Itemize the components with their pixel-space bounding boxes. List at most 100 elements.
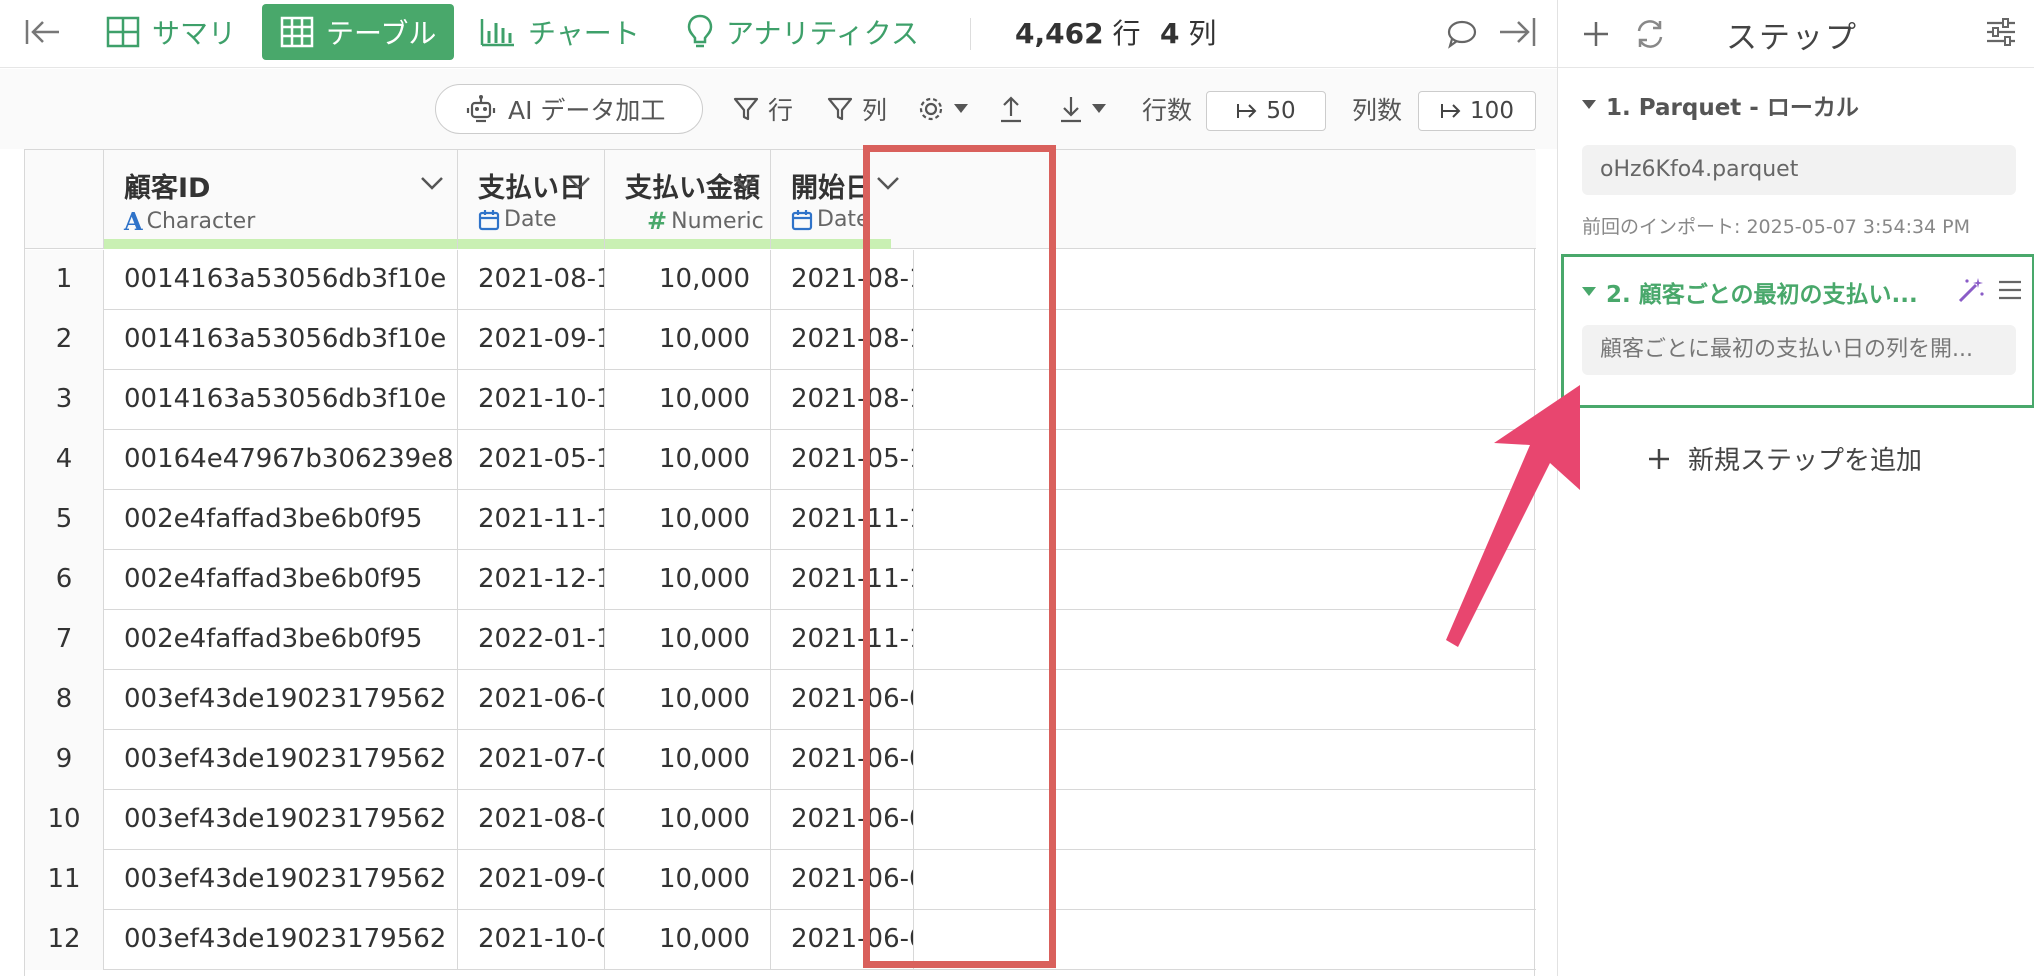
- add-step-button[interactable]: 新規ステップを追加: [1646, 440, 1922, 477]
- customer-id-cell[interactable]: 002e4faffad3be6b0f95: [104, 550, 458, 610]
- toolbar-divider: [970, 18, 971, 50]
- row-index-cell[interactable]: 6: [25, 550, 104, 610]
- row-index-cell[interactable]: 11: [25, 850, 104, 910]
- start-date-cell[interactable]: 2021-11-14: [771, 490, 914, 550]
- refresh-icon[interactable]: [1630, 14, 1670, 54]
- chevron-down-icon[interactable]: [566, 174, 592, 192]
- payment-amount-cell[interactable]: 10,000: [605, 250, 771, 310]
- row-index-cell[interactable]: 5: [25, 490, 104, 550]
- row-index-cell[interactable]: 7: [25, 610, 104, 670]
- upload-button[interactable]: [998, 87, 1024, 131]
- ai-data-processing-button[interactable]: AI データ加工: [435, 84, 703, 134]
- payment-date-cell[interactable]: 2021-10-10: [458, 370, 605, 430]
- payment-date-cell[interactable]: 2021-10-06: [458, 910, 605, 970]
- column-header-start-date[interactable]: 開始日 Date: [771, 150, 1071, 249]
- payment-date-cell[interactable]: 2021-05-18: [458, 430, 605, 490]
- add-icon[interactable]: [1576, 14, 1616, 54]
- customer-id-cell[interactable]: 0014163a53056db3f10e: [104, 310, 458, 370]
- customer-id-cell[interactable]: 003ef43de19023179562: [104, 850, 458, 910]
- chevron-down-icon[interactable]: [419, 174, 445, 192]
- start-date-cell[interactable]: 2021-11-14: [771, 550, 914, 610]
- tab-summary[interactable]: サマリ: [88, 4, 254, 60]
- payment-date-cell[interactable]: 2021-08-10: [458, 250, 605, 310]
- rows-limit-input[interactable]: 50: [1206, 91, 1326, 131]
- start-date-cell[interactable]: 2021-06-06: [771, 670, 914, 730]
- payment-amount-cell[interactable]: 10,000: [605, 310, 771, 370]
- tab-analytics[interactable]: アナリティクス: [668, 4, 937, 60]
- payment-date-cell[interactable]: 2021-11-14: [458, 490, 605, 550]
- row-index-cell[interactable]: 3: [25, 370, 104, 430]
- start-date-cell[interactable]: 2021-05-18: [771, 430, 914, 490]
- chevron-down-icon[interactable]: [732, 174, 758, 192]
- column-header-customer-id[interactable]: 顧客ID A Character: [104, 150, 458, 249]
- filter-icon: [827, 97, 853, 121]
- customer-id-cell[interactable]: 003ef43de19023179562: [104, 790, 458, 850]
- comment-icon[interactable]: [1444, 16, 1480, 52]
- payment-date-cell[interactable]: 2022-01-14: [458, 610, 605, 670]
- start-date-cell[interactable]: 2021-06-06: [771, 910, 914, 970]
- column-header-payment-date[interactable]: 支払い日 Date: [458, 150, 605, 249]
- start-date-cell[interactable]: 2021-06-06: [771, 850, 914, 910]
- customer-id-cell[interactable]: 00164e47967b306239e8: [104, 430, 458, 490]
- column-header-payment-amount[interactable]: 支払い金額 # Numeric: [605, 150, 771, 249]
- row-index-cell[interactable]: 9: [25, 730, 104, 790]
- customer-id-cell[interactable]: 003ef43de19023179562: [104, 730, 458, 790]
- customer-id-cell[interactable]: 0014163a53056db3f10e: [104, 250, 458, 310]
- tab-chart[interactable]: チャート: [462, 4, 658, 60]
- step-2-header[interactable]: 2. 顧客ごとの最初の支払い...: [1582, 275, 1918, 309]
- expand-right-icon[interactable]: [1496, 14, 1538, 54]
- row-index-cell[interactable]: 4: [25, 430, 104, 490]
- row-index-cell[interactable]: 2: [25, 310, 104, 370]
- payment-amount-cell[interactable]: 10,000: [605, 850, 771, 910]
- start-date-cell[interactable]: 2021-08-10: [771, 250, 914, 310]
- start-date-cell[interactable]: 2021-08-10: [771, 370, 914, 430]
- start-date-cell[interactable]: 2021-08-10: [771, 310, 914, 370]
- customer-id-cell[interactable]: 003ef43de19023179562: [104, 910, 458, 970]
- arrow-to-icon: [1237, 104, 1257, 118]
- filter-rows-button[interactable]: 行: [732, 87, 793, 131]
- row-index-cell[interactable]: 12: [25, 910, 104, 970]
- start-date-cell[interactable]: 2021-11-14: [771, 610, 914, 670]
- payment-date-cell[interactable]: 2021-06-06: [458, 670, 605, 730]
- customer-id-cell[interactable]: 002e4faffad3be6b0f95: [104, 610, 458, 670]
- sliders-icon[interactable]: [1983, 14, 2019, 50]
- row-index-cell[interactable]: 1: [25, 250, 104, 310]
- tab-table[interactable]: テーブル: [262, 4, 455, 60]
- hamburger-menu-icon[interactable]: [1996, 277, 2024, 303]
- magic-wand-icon[interactable]: [1956, 275, 1986, 305]
- collapse-left-icon[interactable]: [22, 14, 64, 50]
- step-1-file[interactable]: oHz6Kfo4.parquet: [1582, 145, 2016, 195]
- payment-amount-cell[interactable]: 10,000: [605, 370, 771, 430]
- payment-amount-cell[interactable]: 10,000: [605, 430, 771, 490]
- step-2-card[interactable]: 2. 顧客ごとの最初の支払い... 顧客ごとに最初の支払い日の列を開...: [1561, 254, 2034, 408]
- filter-columns-button[interactable]: 列: [826, 87, 887, 131]
- table-row: 7002e4faffad3be6b0f952022-01-1410,000202…: [25, 610, 1536, 670]
- payment-amount-cell[interactable]: 10,000: [605, 790, 771, 850]
- customer-id-cell[interactable]: 002e4faffad3be6b0f95: [104, 490, 458, 550]
- row-index-cell[interactable]: 8: [25, 670, 104, 730]
- payment-date-cell[interactable]: 2021-09-10: [458, 310, 605, 370]
- filter-icon: [733, 97, 759, 121]
- chevron-down-icon[interactable]: [875, 174, 901, 192]
- customer-id-cell[interactable]: 0014163a53056db3f10e: [104, 370, 458, 430]
- step-2-description[interactable]: 顧客ごとに最初の支払い日の列を開...: [1582, 325, 2016, 375]
- payment-amount-cell[interactable]: 10,000: [605, 670, 771, 730]
- download-dropdown[interactable]: [1058, 87, 1106, 131]
- payment-amount-cell[interactable]: 10,000: [605, 610, 771, 670]
- payment-amount-cell[interactable]: 10,000: [605, 730, 771, 790]
- columns-limit-input[interactable]: 100: [1418, 91, 1536, 131]
- payment-date-cell[interactable]: 2021-09-06: [458, 850, 605, 910]
- customer-id-cell[interactable]: 003ef43de19023179562: [104, 670, 458, 730]
- data-table: 顧客ID A Character 支払い日 Date 支払い金額 # Numer…: [24, 149, 1536, 976]
- payment-amount-cell[interactable]: 10,000: [605, 910, 771, 970]
- row-index-cell[interactable]: 10: [25, 790, 104, 850]
- payment-date-cell[interactable]: 2021-12-14: [458, 550, 605, 610]
- payment-amount-cell[interactable]: 10,000: [605, 550, 771, 610]
- payment-amount-cell[interactable]: 10,000: [605, 490, 771, 550]
- payment-date-cell[interactable]: 2021-07-06: [458, 730, 605, 790]
- settings-dropdown[interactable]: [916, 87, 968, 131]
- step-1-header[interactable]: 1. Parquet - ローカル: [1582, 88, 1859, 122]
- start-date-cell[interactable]: 2021-06-06: [771, 790, 914, 850]
- payment-date-cell[interactable]: 2021-08-06: [458, 790, 605, 850]
- start-date-cell[interactable]: 2021-06-06: [771, 730, 914, 790]
